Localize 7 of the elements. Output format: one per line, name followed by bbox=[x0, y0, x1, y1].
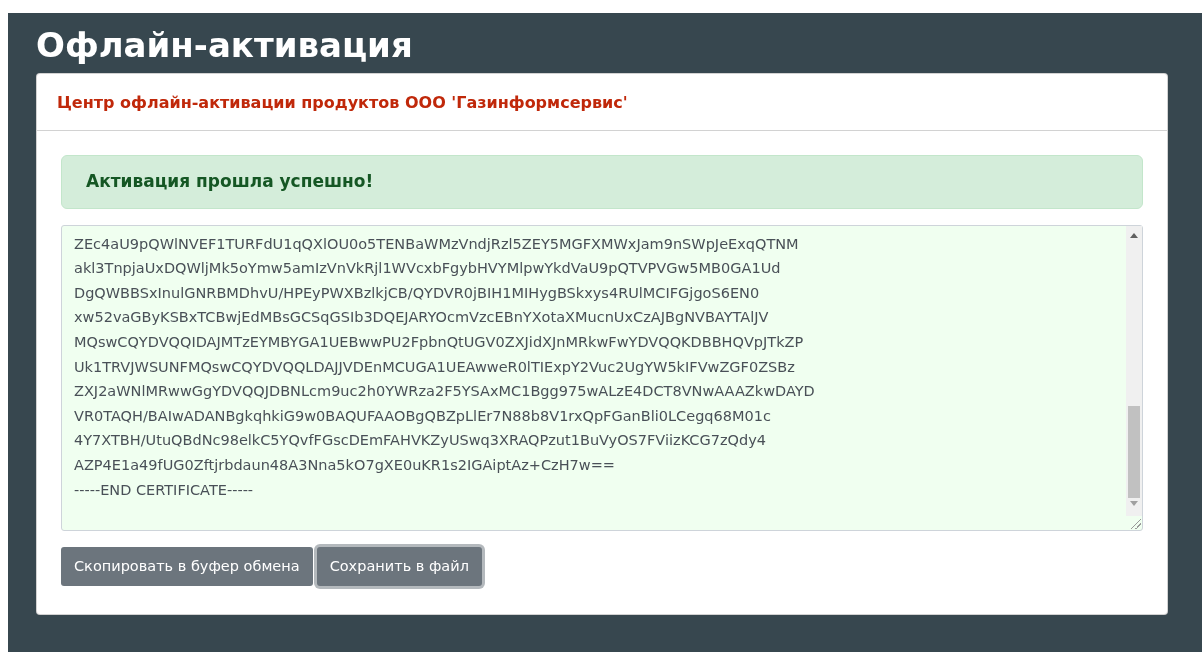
page-title: Офлайн-активация bbox=[36, 24, 414, 67]
copy-button[interactable]: Скопировать в буфер обмена bbox=[61, 546, 313, 587]
success-alert: Активация прошла успешно! bbox=[61, 155, 1143, 209]
certificate-textarea[interactable]: ZEc4aU9pQWlNVEF1TURFdU1qQXlOU0o5TENBaWMzVndjRzl5ZEY5MGFXMWxJam9nSWpJeExqQTNM akl3TnpjaUxDQWljMk5oYmw5amIzVnVkRjl1WVcxbFgybHVYMlpwYkdVaU9pQTVPVGw5MB0GA1Ud DgQWBBSxInulGNRBMDhvU/HPEyPWXBzlkjCB/QYDVR0jBIH1MIHygBSkxys4RUlMCIFGjgoS6EN0 xw52vaGByKSBxTCBwjEdMBsGCSqGSIb3DQEJARYOcmVzcEBnYXotaXMucnUxCzAJBgNVBAYTAlJV MQswCQYDVQQIDAJMTzEYMBYGA1UEBwwPU2FpbnQtUGV0ZXJidXJnMRkwFwYDVQQKDBBHQVpJTkZP Uk1TRVJWSUNFMQswCQYDVQQLDAJJVDEnMCUGA1UEAwweR0lTIExpY2Vuc2UgYW5kIFVwZGF0ZSBz ZXJ2aWNlMRwwGgYDVQQJDBNLcm9uc2h0YWRza2F5YSAxMC1Bgg975wALzE4DCT8VNwAAAZkwDAYD VR0TAQH/BAIwADANBgkqhkiG9w0BAQUFAAOBgQBZpLlEr7N88b8V1rxQpFGanBli0LCegq68M01c 4Y7XTBH/UtuQBdNc98elkC5YQvfFGscDEmFAHVKZyUSwq3XRAQPzut1BuVyOS7FViizKCG7zQdy4 AZP4E1a49fUG0Zftjrbdaun48A3Nna5kO7gXE0uKR1s2IGAiptAz+CzH7w== -----END CERTIFICATE----- bbox=[61, 224, 1143, 531]
resize-grip-icon[interactable] bbox=[1129, 516, 1141, 529]
scrollbar[interactable] bbox=[1126, 225, 1142, 516]
save-button[interactable]: Сохранить в файл bbox=[316, 546, 482, 587]
